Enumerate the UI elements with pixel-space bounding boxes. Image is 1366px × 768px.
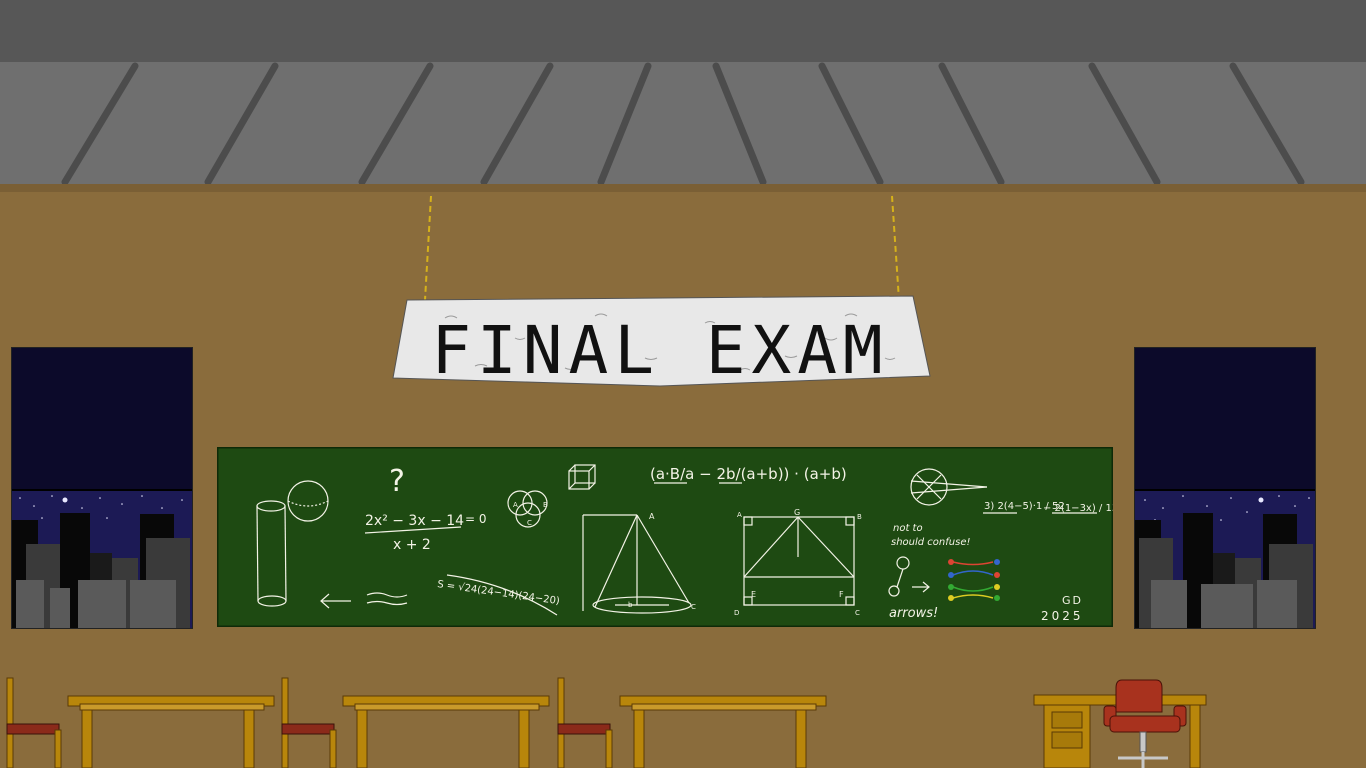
final-exam-banner: FINAL EXAM — [392, 195, 931, 389]
rational-equals: = 0 — [465, 512, 487, 526]
question-mark: ? — [389, 464, 405, 499]
student-desk — [342, 695, 550, 768]
rope-icon — [424, 195, 900, 301]
right-window — [1134, 347, 1316, 629]
cone-label-b: b — [628, 601, 633, 609]
rect-label-c: C — [855, 609, 860, 617]
rect-label-a: A — [737, 511, 742, 519]
teacher-chair — [1103, 679, 1187, 768]
banner-text: FINAL EXAM — [431, 312, 888, 389]
left-window — [11, 347, 193, 629]
rect-label-f: F — [839, 590, 844, 599]
rect-label-d: D — [734, 609, 739, 617]
cone-label-c: C — [691, 603, 696, 611]
venn-label-b: B — [543, 501, 548, 509]
ceiling-top — [0, 0, 1366, 66]
rect-label-e: E — [751, 590, 756, 599]
student-chair — [281, 677, 337, 768]
rect-label-g: G — [794, 508, 800, 517]
year: 2025 — [1041, 609, 1084, 623]
ceiling — [0, 62, 1366, 188]
rect-label-b: B — [857, 513, 862, 521]
student-desk — [67, 695, 275, 768]
note-line-1: not to — [893, 523, 923, 534]
rational-numerator: 2x² − 3x − 14 — [365, 513, 464, 529]
quotient-expression: (a·B/a − 2b/(a+b)) · (a+b) — [650, 465, 847, 483]
student-desk — [619, 695, 827, 768]
classroom-furniture — [6, 677, 1207, 768]
cone-label-a: A — [649, 512, 655, 521]
student-chair — [557, 677, 613, 768]
fraction-rest: − 2(1−3x) / 13 — [1043, 503, 1113, 514]
student-chair — [6, 677, 62, 768]
rational-denominator: x + 2 — [393, 537, 431, 553]
arrows-note: arrows! — [889, 606, 938, 621]
signature: GD — [1062, 594, 1083, 607]
venn-label-c: C — [527, 519, 532, 527]
venn-label-a: A — [513, 501, 518, 509]
chalkboard: ? 2x² − 3x − 14 = 0 x + 2 (a·B/a − 2b/(a… — [217, 447, 1113, 627]
note-line-2: should confuse! — [891, 537, 971, 548]
